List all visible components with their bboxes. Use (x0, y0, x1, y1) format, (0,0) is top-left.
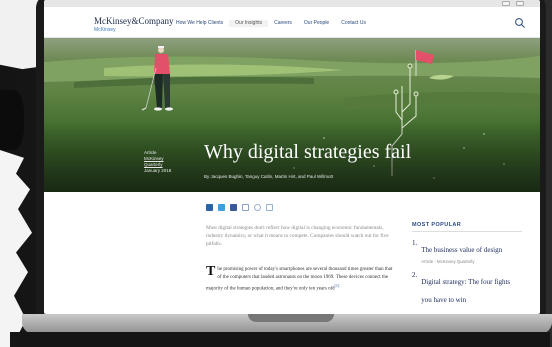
article-authors: By Jacques Bughin, Tanguy Catlin, Martin… (204, 174, 333, 179)
linkedin-icon[interactable] (206, 204, 213, 211)
grass-band (344, 91, 540, 110)
restore-window-icon[interactable] (502, 1, 510, 6)
drop-cap: T (206, 264, 216, 279)
facebook-icon[interactable] (230, 204, 237, 211)
article-meta: Article McKinsey Quarterly January 2018 (144, 150, 171, 174)
nav-careers[interactable]: Careers (268, 20, 298, 27)
laptop-screen: McKinsey&Company McKinsey How We Help Cl… (44, 0, 540, 314)
popular-source: Article - McKinsey Quarterly (421, 259, 475, 264)
hero-banner (44, 38, 540, 192)
popular-item[interactable]: 2. Digital strategy: The four fights you… (412, 271, 522, 307)
dark-object (0, 90, 24, 150)
body-text: he promising power of today's smartphone… (206, 267, 393, 292)
popular-title[interactable]: Digital strategy: The four fights you ha… (421, 278, 510, 304)
site-logo[interactable]: McKinsey&Company (94, 17, 174, 26)
article-date: January 2018 (144, 168, 172, 173)
footnote-link[interactable]: [1] (335, 283, 340, 288)
close-window-icon[interactable] (516, 1, 524, 6)
popular-title[interactable]: The business value of design (421, 246, 502, 254)
article-body: The promising power of today's smartphon… (206, 264, 396, 294)
sidebar-heading: MOST POPULAR (412, 222, 522, 232)
nav-contact-us[interactable]: Contact Us (335, 20, 372, 27)
share-toolbar (206, 204, 273, 211)
article-title: Why digital strategies fail (204, 141, 412, 163)
logo-subtitle: McKinsey (94, 27, 116, 33)
primary-nav: How We Help Clients Our Insights Careers… (170, 20, 372, 27)
popular-number: 2. (412, 271, 418, 279)
popular-item[interactable]: 1. The business value of design Article … (412, 239, 522, 264)
article-summary: Most digital strategies don't reflect ho… (206, 225, 389, 247)
laptop-notch (248, 314, 334, 322)
popular-number: 1. (412, 239, 418, 247)
table-surface (10, 332, 550, 347)
most-popular-sidebar: MOST POPULAR 1. The business value of de… (412, 222, 522, 307)
nav-our-people[interactable]: Our People (298, 20, 335, 27)
twitter-icon[interactable] (218, 204, 225, 211)
email-icon[interactable] (242, 204, 249, 211)
nav-our-insights[interactable]: Our Insights (229, 20, 269, 27)
site-header: McKinsey&Company McKinsey How We Help Cl… (44, 7, 540, 38)
browser-toolbar (44, 0, 540, 7)
nav-how-we-help[interactable]: How We Help Clients (170, 20, 229, 27)
download-icon[interactable] (266, 204, 273, 211)
search-icon[interactable] (514, 17, 526, 29)
print-icon[interactable] (254, 204, 261, 211)
